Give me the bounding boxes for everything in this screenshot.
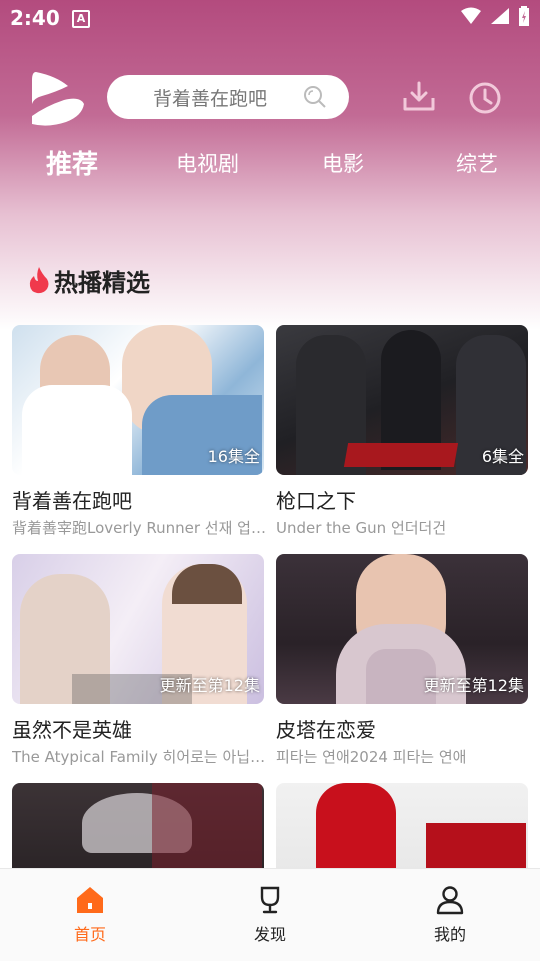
poster-image: 更新至第12集 (276, 554, 528, 704)
episode-badge: 更新至第12集 (159, 676, 260, 695)
card-subtitle: The Atypical Family 히어로는 아닙… (12, 748, 266, 766)
category-tabs: 推荐 电视剧 电影 综艺 (0, 140, 540, 186)
episode-badge: 16集全 (207, 447, 260, 466)
history-icon[interactable] (468, 81, 502, 115)
poster-image: 6集全 (276, 325, 528, 475)
card-title: 枪口之下 (276, 489, 356, 513)
nav-profile[interactable]: 我的 (405, 885, 495, 945)
card-subtitle: 背着善宰跑Loverly Runner 선재 업… (12, 519, 266, 537)
notification-icon: A (72, 10, 90, 28)
section-title: 热播精选 (54, 268, 150, 297)
tab-movies[interactable]: 电影 (322, 148, 364, 178)
card-title: 虽然不是英雄 (12, 718, 132, 742)
signal-icon (491, 8, 509, 24)
tab-variety[interactable]: 综艺 (456, 148, 498, 178)
nav-profile-label: 我的 (433, 925, 466, 944)
episode-badge: 6集全 (481, 447, 524, 466)
status-bar: 2:40 A (0, 0, 540, 36)
card-title: 背着善在跑吧 (12, 489, 132, 513)
wifi-icon (461, 7, 481, 24)
section-header: 热播精选 (28, 262, 150, 298)
poster-image: 更新至第12集 (12, 554, 264, 704)
search-input[interactable]: 背着善在跑吧 (107, 75, 349, 119)
download-icon[interactable] (402, 80, 436, 114)
user-icon (436, 886, 464, 915)
video-card[interactable]: 16集全 背着善在跑吧 背着善宰跑Loverly Runner 선재 업… (12, 325, 266, 538)
tab-tv-series[interactable]: 电视剧 (176, 148, 239, 178)
card-subtitle: Under the Gun 언더더건 (276, 519, 447, 537)
tab-recommend[interactable]: 推荐 (46, 144, 98, 181)
app-logo-icon (32, 72, 84, 126)
trophy-icon (260, 886, 280, 914)
video-card[interactable]: 6集全 枪口之下 Under the Gun 언더더건 (276, 325, 528, 538)
battery-icon (519, 6, 529, 26)
bottom-navigation: 首页 发现 我的 (0, 868, 540, 961)
fire-icon (29, 267, 49, 294)
status-time: 2:40 (10, 6, 60, 30)
search-icon[interactable] (303, 85, 327, 109)
episode-badge: 更新至第12集 (423, 676, 524, 695)
home-icon (77, 887, 103, 913)
card-subtitle: 피타는 연애2024 피타는 연애 (276, 748, 467, 766)
video-card[interactable]: 更新至第12集 虽然不是英雄 The Atypical Family 히어로는 … (12, 554, 265, 767)
poster-image: 16集全 (12, 325, 264, 475)
nav-discover-label: 发现 (253, 925, 286, 944)
search-placeholder: 背着善在跑吧 (153, 87, 268, 110)
nav-home[interactable]: 首页 (45, 885, 135, 945)
video-card[interactable]: 更新至第12集 皮塔在恋爱 피타는 연애2024 피타는 연애 (276, 554, 528, 767)
card-title: 皮塔在恋爱 (276, 718, 376, 742)
nav-home-label: 首页 (73, 925, 106, 944)
nav-discover[interactable]: 发现 (225, 885, 315, 945)
